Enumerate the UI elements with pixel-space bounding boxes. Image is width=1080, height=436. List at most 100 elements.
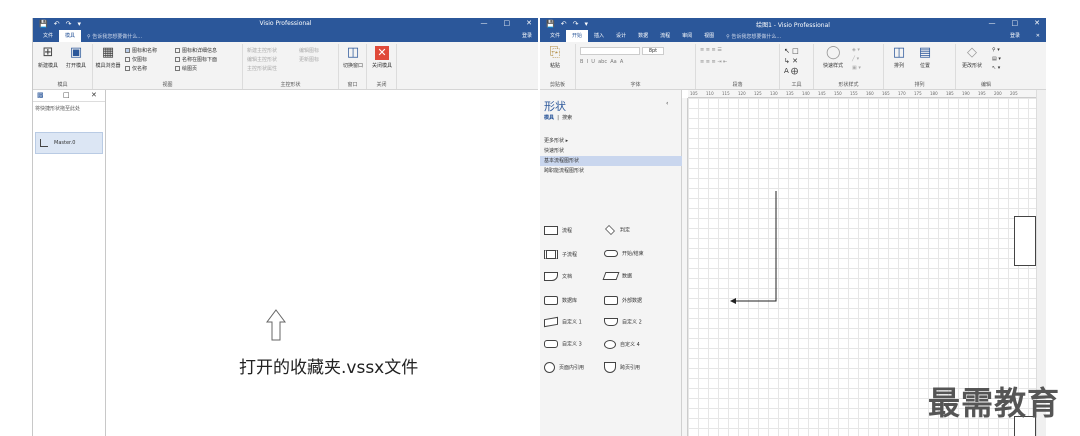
group-tools: ↖ □ ↳ ✕ A ⨁ 工具 bbox=[780, 44, 814, 89]
tab-view[interactable]: 视图 bbox=[698, 30, 720, 42]
login-button[interactable]: 登录 bbox=[522, 30, 532, 42]
tab-review[interactable]: 审阅 bbox=[676, 30, 698, 42]
indent-buttons[interactable]: ≡ ≡ ≡ ⇥ ⇤ bbox=[700, 59, 727, 65]
shape-custom-1[interactable]: 自定义 1 bbox=[544, 316, 582, 328]
tell-me-text: 告诉我您想要做什么... bbox=[92, 33, 143, 40]
tab-design[interactable]: 设计 bbox=[610, 30, 632, 42]
tab-search[interactable]: 搜索 bbox=[562, 115, 572, 121]
tab-stencil[interactable]: 模具 bbox=[544, 115, 554, 121]
ruler-tick: 130 bbox=[770, 91, 778, 96]
edit-icon-button[interactable]: 编辑图标 bbox=[299, 47, 319, 54]
tab-process[interactable]: 流程 bbox=[654, 30, 676, 42]
close-stencil-button[interactable]: ✕ 关闭模具 bbox=[369, 46, 395, 69]
font-name-box[interactable] bbox=[580, 47, 640, 55]
shape-custom-4[interactable]: 自定义 4 bbox=[604, 340, 640, 349]
ruler-tick: 155 bbox=[850, 91, 858, 96]
shape-custom-3[interactable]: 自定义 3 bbox=[544, 340, 582, 348]
icons-only-option[interactable]: 仅图标 bbox=[125, 56, 147, 63]
master-shape-icon bbox=[40, 139, 48, 147]
shape-process[interactable]: 流程 bbox=[544, 226, 572, 235]
change-shape-button[interactable]: ◇ 更改形状 bbox=[958, 46, 986, 70]
align-buttons[interactable]: ≡ ≡ ≡ ☰ bbox=[700, 47, 722, 53]
font-size-box[interactable]: 8pt bbox=[642, 47, 664, 55]
ruler-tick: 150 bbox=[834, 91, 842, 96]
pointer-tool-icon[interactable]: ↖ □ bbox=[784, 47, 799, 55]
ruler-tick: 120 bbox=[738, 91, 746, 96]
new-stencil-button[interactable]: ⊞ 新建模具 bbox=[35, 46, 61, 70]
maximize-icon[interactable]: □ bbox=[63, 91, 70, 99]
ruler-tick: 125 bbox=[754, 91, 762, 96]
update-icon-button[interactable]: 更新图标 bbox=[299, 56, 319, 63]
text-tool-icon[interactable]: A ⨁ bbox=[784, 67, 798, 75]
icons-and-names-option[interactable]: 图标和名称 bbox=[125, 47, 157, 54]
shape-start-end[interactable]: 开始/结束 bbox=[604, 250, 644, 257]
window-controls[interactable]: — □ ✕ bbox=[973, 19, 1041, 27]
master-properties-button[interactable]: 主控形状属性 bbox=[247, 65, 277, 72]
close-icon[interactable]: ✕ bbox=[1036, 30, 1040, 42]
stencil-window: 💾↶↷▾ Visio Professional — □ ✕ 文件 模具 ⚲ 告诉我您… bbox=[32, 18, 538, 436]
shape-document[interactable]: 文档 bbox=[544, 272, 572, 281]
shape-external-data[interactable]: 外部数据 bbox=[604, 296, 642, 305]
shape-custom-2[interactable]: 自定义 2 bbox=[604, 318, 642, 326]
master-item[interactable]: Master.0 bbox=[35, 132, 103, 154]
tell-me-box[interactable]: ⚲ 告诉我您想要做什么... bbox=[726, 33, 781, 40]
shape-on-page[interactable] bbox=[1014, 216, 1036, 266]
ruler-tick: 140 bbox=[802, 91, 810, 96]
window-controls[interactable]: — □ ✕ bbox=[465, 19, 533, 27]
minimize-icon: — bbox=[988, 19, 996, 27]
stencil-icon[interactable]: ▩ bbox=[37, 91, 44, 99]
cross-functional-item[interactable]: 跨职能流程图形状 bbox=[540, 166, 682, 176]
shape-decision[interactable]: 判定 bbox=[604, 225, 630, 235]
names-under-icons-option[interactable]: 名称在图标下面 bbox=[175, 56, 217, 63]
tab-file[interactable]: 文件 bbox=[37, 30, 59, 42]
shape-database[interactable]: 数据库 bbox=[544, 296, 577, 305]
group-stencil: ⊞ 新建模具 ▣ 打开模具 模具 bbox=[33, 44, 93, 89]
effects-button[interactable]: ▣ ▾ bbox=[852, 65, 861, 71]
restore-icon: □ bbox=[503, 19, 511, 27]
ruler-tick: 195 bbox=[978, 91, 986, 96]
tab-stencil[interactable]: 模具 bbox=[59, 30, 82, 42]
line-button[interactable]: ╱ ▾ bbox=[852, 56, 859, 62]
fill-button[interactable]: ◈ ▾ bbox=[852, 47, 860, 53]
tab-home[interactable]: 开始 bbox=[566, 30, 589, 42]
login-button[interactable]: 登录 bbox=[1010, 30, 1020, 42]
group-label: 关闭 bbox=[376, 82, 387, 88]
new-master-button[interactable]: 新建主控形状 bbox=[247, 47, 277, 54]
tell-me-box[interactable]: ⚲ 告诉我您想要做什么... bbox=[87, 33, 142, 40]
tab-file[interactable]: 文件 bbox=[544, 30, 566, 42]
ruler-tick: 170 bbox=[898, 91, 906, 96]
open-stencil-button[interactable]: ▣ 打开模具 bbox=[63, 45, 89, 70]
more-shapes-item[interactable]: 更多形状 ▸ bbox=[540, 136, 682, 146]
drawing-window: 💾↶↷▾ 绘图1 - Visio Professional — □ ✕ 文件 开始 … bbox=[540, 18, 1046, 436]
edit-master-button[interactable]: 编辑主控形状 bbox=[247, 56, 277, 63]
drop-hint: 将快捷形状拖至此处 bbox=[35, 106, 81, 112]
quick-shapes-item[interactable]: 快速形状 bbox=[540, 146, 682, 156]
shape-on-page-reference[interactable]: 页面内引用 bbox=[544, 362, 584, 373]
close-icon[interactable]: ✕ bbox=[91, 91, 97, 99]
shape-off-page-reference[interactable]: 跨页引用 bbox=[604, 362, 640, 373]
shape-subprocess[interactable]: 子流程 bbox=[544, 250, 577, 259]
connector-tool-icon[interactable]: ↳ ✕ bbox=[784, 57, 798, 65]
tab-data[interactable]: 数据 bbox=[632, 30, 654, 42]
paste-button[interactable]: ⎘ 粘贴 bbox=[542, 46, 568, 70]
font-format-buttons[interactable]: B I U abc Aa A bbox=[580, 59, 623, 65]
folder-icon: ▣ bbox=[69, 45, 83, 60]
collapse-icon[interactable]: ‹ bbox=[666, 100, 668, 107]
group-label: 剪贴板 bbox=[549, 82, 565, 88]
select-icon[interactable]: ↖ ▾ bbox=[992, 65, 1000, 71]
layers-icon[interactable]: ▤ ▾ bbox=[992, 56, 1001, 62]
find-icon[interactable]: ⚲ ▾ bbox=[992, 47, 1000, 53]
icons-and-details-option[interactable]: 图标和详细信息 bbox=[175, 47, 217, 54]
quick-styles-button[interactable]: ◯ 快速样式 bbox=[818, 46, 848, 70]
stencil-browser-button[interactable]: ▦ 模具浏览器 bbox=[95, 46, 121, 70]
master-name: Master.0 bbox=[54, 140, 76, 146]
position-button[interactable]: ▤ 位置 bbox=[912, 46, 938, 70]
switch-window-button[interactable]: ◫ 切换窗口 bbox=[340, 46, 366, 70]
arrange-button[interactable]: ◫ 排列 bbox=[886, 46, 912, 70]
watermark: 最需教育 bbox=[928, 384, 1061, 422]
names-only-option[interactable]: 仅名称 bbox=[125, 65, 147, 72]
drawing-page-option[interactable]: 绘图页 bbox=[175, 65, 197, 72]
basic-flowchart-item[interactable]: 基本流程图形状 bbox=[540, 156, 682, 166]
shape-data[interactable]: 数据 bbox=[602, 272, 632, 280]
tab-insert[interactable]: 插入 bbox=[588, 30, 610, 42]
